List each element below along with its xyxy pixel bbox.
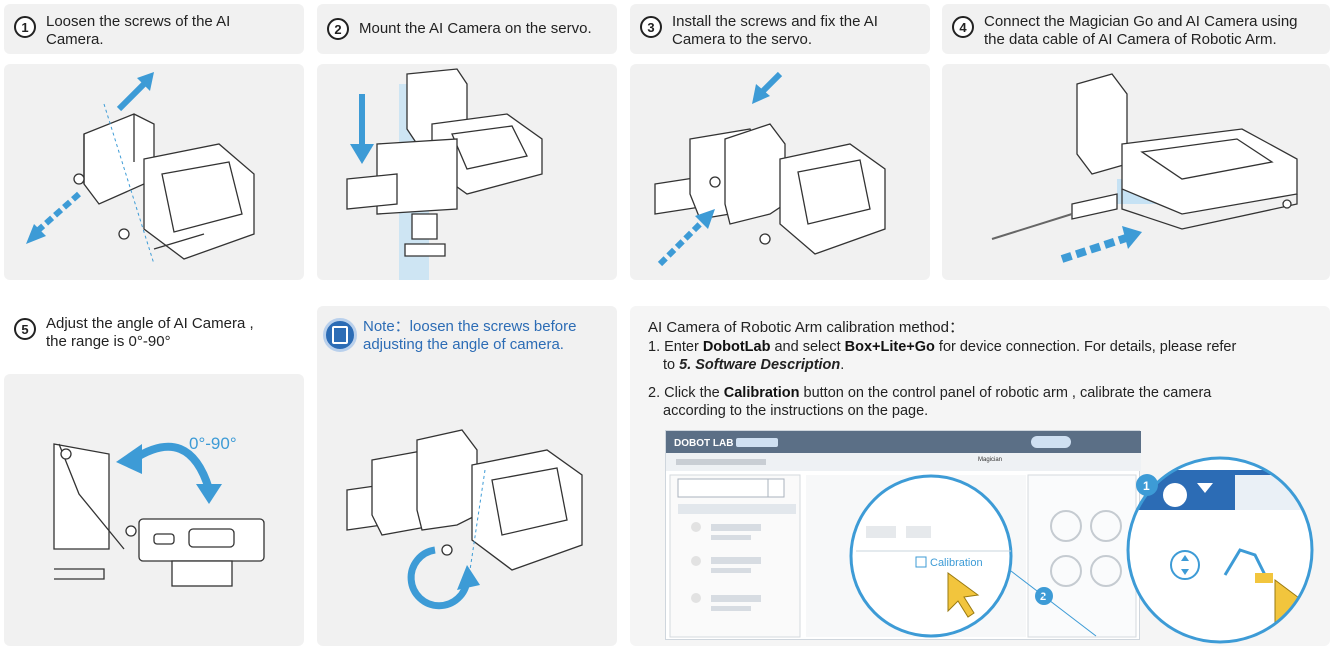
book-icon (323, 318, 357, 352)
step-number: 3 (640, 16, 662, 38)
calibration-title: AI Camera of Robotic Arm calibration met… (648, 319, 964, 336)
callout-1: 1 (1143, 479, 1150, 493)
calibration-step-1: 1. Enter DobotLab and select Box+Lite+Go… (648, 339, 1237, 373)
step-3-illustration (630, 64, 930, 280)
step-number: 2 (327, 18, 349, 40)
step-5-illustration: 0°-90° (4, 374, 304, 646)
note-illustration (317, 380, 617, 646)
step-number: 4 (952, 16, 974, 38)
step-number: 1 (14, 16, 36, 38)
calibration-keyword: Calibration (723, 385, 800, 401)
step-number: 5 (14, 318, 36, 340)
calibration-step-2: 2. Click the Calibration button on the c… (648, 385, 1212, 419)
step-5-header: 5 Adjust the angle of AI Camera , the ra… (4, 306, 304, 366)
step-1-illustration (4, 64, 304, 280)
step-3-header: 3 Install the screws and fix the AI Came… (630, 4, 930, 54)
step-text: Adjust the angle of AI Camera , the rang… (46, 315, 254, 350)
step-2-illustration (317, 64, 617, 280)
dobotlab-logo: DOBOT LAB (674, 438, 733, 449)
device-label: Magician (978, 457, 1002, 463)
note: Note：loosen the screws before adjusting … (323, 318, 613, 354)
step-2-header: 2 Mount the AI Camera on the servo. (317, 4, 617, 54)
step-1-header: 1 Loosen the screws of the AI Camera. (4, 4, 304, 54)
device-name: Box+Lite+Go (844, 339, 935, 355)
toolbar-zoom-callout: 1 (1125, 455, 1315, 645)
software-description-ref: 5. Software Description (679, 357, 841, 373)
step-4-illustration (942, 64, 1330, 280)
dobotlab-screenshot: DOBOT LAB Magician Calibration 2 (665, 430, 1141, 640)
step-text: Connect the Magician Go and AI Camera us… (984, 13, 1298, 48)
step-4-header: 4 Connect the Magician Go and AI Camera … (942, 4, 1330, 54)
app-name: DobotLab (702, 339, 771, 355)
note-text: Note：loosen the screws before adjusting … (363, 318, 577, 353)
angle-label: 0°-90° (189, 434, 237, 453)
step-text: Mount the AI Camera on the servo. (359, 20, 592, 37)
step-text: Loosen the screws of the AI Camera. (46, 13, 231, 48)
step-text: Install the screws and fix the AI Camera… (672, 13, 878, 48)
